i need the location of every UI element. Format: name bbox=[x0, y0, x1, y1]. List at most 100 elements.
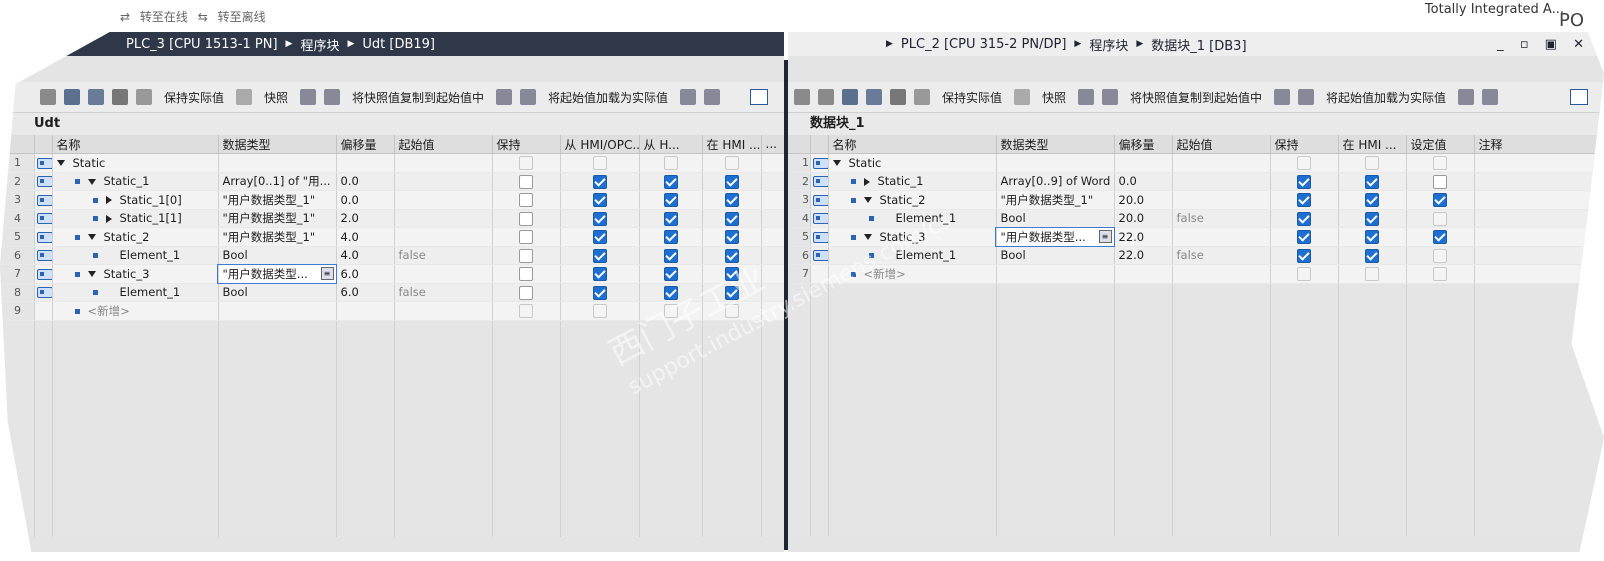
col-comment[interactable]: 注释 bbox=[1474, 135, 1604, 154]
checkbox[interactable] bbox=[592, 193, 607, 207]
name-cell[interactable]: <新增> bbox=[52, 301, 219, 321]
table-row[interactable]: 4 Element_1 Bool 20.0 false bbox=[788, 209, 1604, 228]
row-number[interactable]: 3 bbox=[0, 190, 35, 210]
checkbox[interactable] bbox=[1433, 174, 1447, 189]
checkbox[interactable] bbox=[1297, 174, 1311, 189]
checkbox[interactable] bbox=[1365, 267, 1379, 281]
row-number[interactable]: 5 bbox=[788, 227, 811, 247]
add-row-icon[interactable] bbox=[64, 89, 80, 105]
col-retain[interactable]: 保持 bbox=[492, 135, 561, 154]
copy-snapshot-button[interactable]: 将快照值复制到起始值中 bbox=[1130, 89, 1262, 106]
checkbox[interactable] bbox=[1365, 156, 1379, 170]
collapse-icon[interactable] bbox=[56, 160, 65, 167]
copy-all-icon[interactable] bbox=[520, 89, 537, 105]
checkbox[interactable] bbox=[592, 174, 607, 189]
checkbox[interactable] bbox=[724, 285, 739, 300]
type-cell[interactable]: "用户数据类型_1" bbox=[218, 190, 337, 210]
row-number[interactable]: 5 bbox=[0, 227, 35, 247]
table-row[interactable]: 1 Static bbox=[788, 153, 1604, 173]
snapshot-copy-icon[interactable] bbox=[300, 89, 317, 105]
checkbox[interactable] bbox=[663, 248, 678, 263]
type-cell[interactable]: "用户数据类型... ≡ bbox=[217, 263, 337, 284]
glasses-icon[interactable] bbox=[914, 89, 930, 105]
checkbox[interactable] bbox=[1433, 267, 1447, 281]
window-layout-icon[interactable] bbox=[1570, 89, 1588, 105]
glasses-icon[interactable] bbox=[136, 89, 152, 105]
collapse-icon[interactable] bbox=[87, 271, 96, 278]
checkbox[interactable] bbox=[592, 156, 607, 170]
start-value-cell[interactable] bbox=[1172, 264, 1271, 284]
checkbox[interactable] bbox=[519, 285, 533, 300]
col-start[interactable]: 起始值 bbox=[1172, 135, 1271, 154]
checkbox[interactable] bbox=[724, 211, 739, 226]
type-cell[interactable] bbox=[996, 264, 1115, 284]
checkbox[interactable] bbox=[1365, 248, 1379, 263]
checkbox[interactable] bbox=[1297, 248, 1311, 263]
list-icon[interactable] bbox=[112, 89, 128, 105]
checkbox[interactable] bbox=[519, 248, 533, 263]
col-offset[interactable]: 偏移量 bbox=[1114, 135, 1173, 154]
type-cell[interactable]: Bool bbox=[218, 246, 337, 265]
breadcrumb-program-blocks[interactable]: 程序块 bbox=[300, 35, 339, 54]
checkbox[interactable] bbox=[519, 174, 533, 189]
name-cell[interactable]: Static_1 bbox=[52, 172, 219, 191]
type-picker-icon[interactable]: ≡ bbox=[320, 267, 334, 280]
checkbox[interactable] bbox=[724, 304, 739, 318]
snapshot-copy-icon[interactable] bbox=[1078, 89, 1095, 105]
start-value-cell[interactable] bbox=[394, 190, 493, 210]
name-cell[interactable]: Static_1[1] bbox=[52, 209, 219, 228]
start-value-cell[interactable] bbox=[394, 264, 493, 284]
row-number[interactable]: 6 bbox=[788, 246, 811, 265]
keep-actual-button[interactable]: 保持实际值 bbox=[942, 89, 1002, 106]
load-icon[interactable] bbox=[1458, 89, 1475, 105]
col-in-hmi[interactable]: 在 HMI ... bbox=[1338, 135, 1407, 154]
col-type[interactable]: 数据类型 bbox=[996, 135, 1115, 154]
start-value-cell[interactable] bbox=[1172, 190, 1271, 210]
checkbox[interactable] bbox=[663, 193, 678, 207]
collapse-icon[interactable] bbox=[863, 234, 872, 241]
go-offline-icon[interactable]: ⇆ bbox=[198, 10, 208, 24]
checkbox[interactable] bbox=[519, 193, 533, 207]
checkbox[interactable] bbox=[724, 174, 739, 189]
name-cell[interactable]: Static_2 bbox=[828, 190, 997, 210]
checkbox[interactable] bbox=[519, 304, 533, 318]
pane-splitter[interactable] bbox=[784, 60, 788, 550]
collapse-icon[interactable] bbox=[863, 197, 872, 204]
copy-icon[interactable] bbox=[496, 89, 513, 105]
collapse-icon[interactable] bbox=[87, 178, 96, 185]
start-value-cell[interactable] bbox=[1172, 153, 1271, 173]
go-offline-label[interactable]: 转至离线 bbox=[218, 10, 266, 24]
checkbox[interactable] bbox=[1365, 193, 1379, 207]
checkbox[interactable] bbox=[663, 174, 678, 189]
checkbox[interactable] bbox=[592, 211, 607, 226]
type-cell[interactable]: Array[0..9] of Word bbox=[996, 172, 1115, 191]
window-controls[interactable]: _ ▫ ▣ ✕ bbox=[1497, 37, 1590, 52]
load-all-icon[interactable] bbox=[1482, 89, 1499, 105]
checkbox[interactable] bbox=[663, 230, 678, 244]
list-icon[interactable] bbox=[890, 89, 906, 105]
checkbox[interactable] bbox=[724, 267, 739, 281]
checkbox[interactable] bbox=[1365, 211, 1379, 226]
snapshot-load-icon[interactable] bbox=[324, 89, 341, 105]
window-layout-icon[interactable] bbox=[750, 89, 768, 105]
table-row[interactable]: 9 <新增> bbox=[0, 301, 784, 321]
checkbox[interactable] bbox=[724, 156, 739, 170]
table-row[interactable]: 2 Static_1 Array[0..9] of Word 0.0 bbox=[788, 172, 1604, 191]
start-value-cell[interactable] bbox=[1172, 172, 1271, 191]
checkbox[interactable] bbox=[1433, 230, 1447, 244]
checkbox[interactable] bbox=[1297, 156, 1311, 170]
table-row[interactable]: 3 Static_1[0] "用户数据类型_1" 0.0 bbox=[0, 190, 784, 210]
checkbox[interactable] bbox=[592, 267, 607, 281]
col-start[interactable]: 起始值 bbox=[394, 135, 493, 154]
row-number[interactable]: 1 bbox=[788, 153, 811, 173]
breadcrumb-db[interactable]: Udt [DB19] bbox=[362, 37, 435, 52]
snapshot-button[interactable]: 快照 bbox=[1042, 89, 1066, 106]
checkbox[interactable] bbox=[1433, 156, 1447, 170]
expand-icon[interactable] bbox=[863, 177, 870, 186]
name-cell[interactable]: Static_2 bbox=[52, 227, 219, 247]
checkbox[interactable] bbox=[724, 248, 739, 263]
name-cell[interactable]: Static_3 bbox=[828, 227, 997, 247]
row-number[interactable]: 1 bbox=[0, 153, 35, 173]
load-start-button[interactable]: 将起始值加载为实际值 bbox=[548, 89, 668, 106]
name-cell[interactable]: Static_3 bbox=[52, 264, 219, 284]
